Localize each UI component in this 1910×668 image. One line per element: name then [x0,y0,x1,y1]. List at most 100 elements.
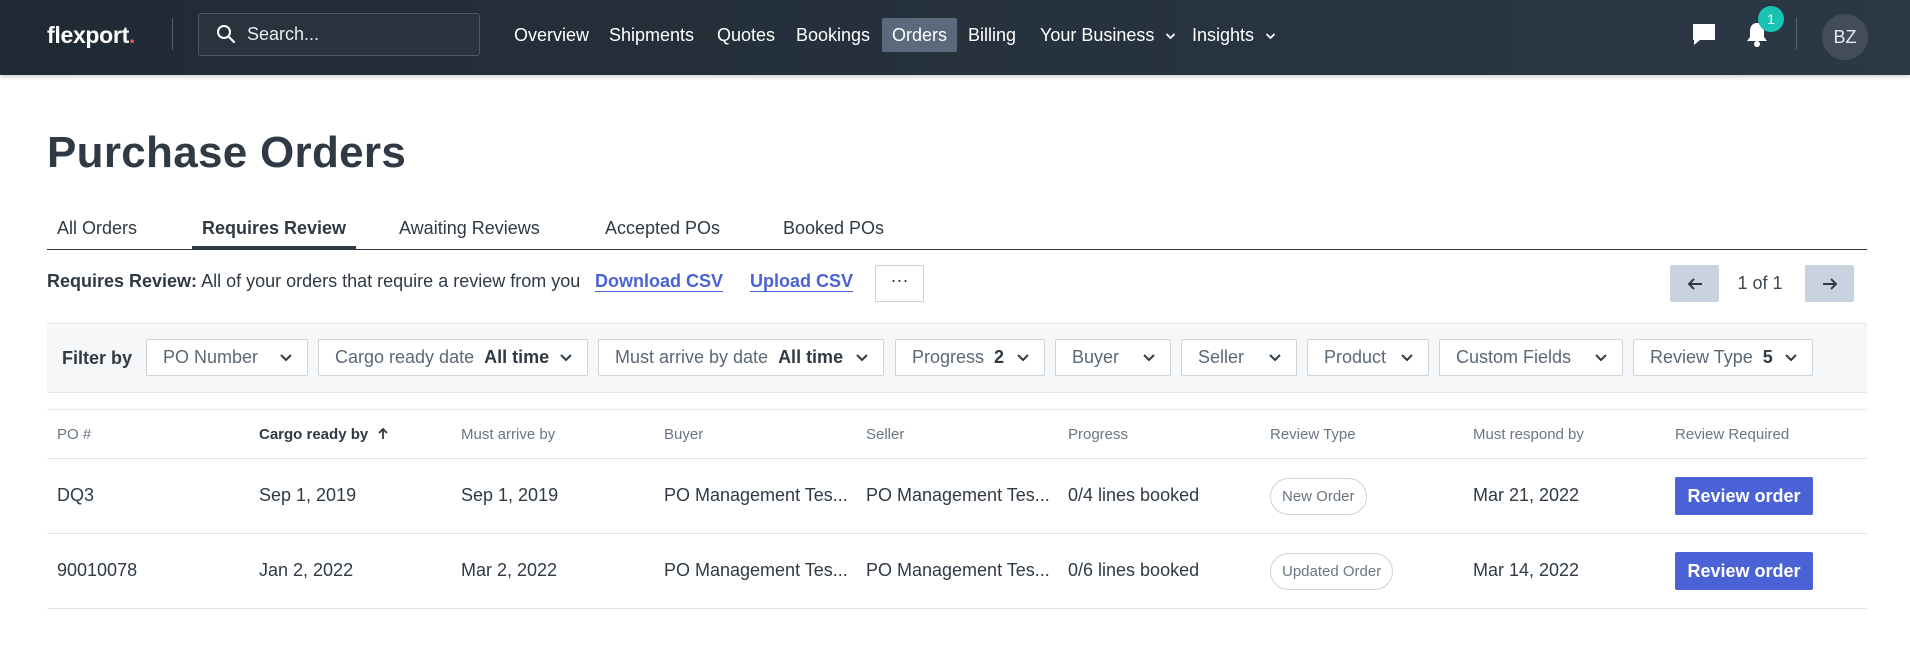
top-navigation: flexport. Overview Shipments Quotes Book… [0,0,1910,75]
filter-cargo-ready-date[interactable]: Cargo ready date All time [318,339,588,376]
po-tabs: All Orders Requires Review Awaiting Revi… [47,206,1867,250]
chevron-down-icon [1017,354,1029,362]
user-avatar[interactable]: BZ [1822,14,1868,60]
chevron-down-icon [1269,354,1281,362]
filter-buyer[interactable]: Buyer [1055,339,1171,376]
filter-seller[interactable]: Seller [1181,339,1297,376]
must-arrive-cell: Sep 1, 2019 [461,485,559,505]
nav-your-business-label: Your Business [1040,25,1155,45]
column-header-seller[interactable]: Seller [866,426,904,443]
nav-shipments[interactable]: Shipments [599,18,704,52]
buyer-cell: PO Management Tes... [664,560,848,580]
chat-icon [1693,24,1715,45]
nav-insights[interactable]: Insights [1182,18,1286,52]
table-row[interactable]: DQ3 Sep 1, 2019 Sep 1, 2019 PO Managemen… [47,459,1867,534]
review-order-button[interactable]: Review order [1675,477,1813,515]
upload-csv-link[interactable]: Upload CSV [750,271,853,292]
chevron-down-icon [1265,33,1276,40]
nav-divider [172,18,173,50]
previous-page-button[interactable] [1670,265,1719,302]
nav-insights-label: Insights [1192,25,1255,45]
filter-progress-label: Progress [912,347,985,367]
filter-po-number-label: PO Number [163,347,259,367]
download-csv-link[interactable]: Download CSV [595,271,723,292]
filter-progress-value: 2 [994,347,1005,367]
column-header-review-required[interactable]: Review Required [1675,426,1789,443]
pagination-indicator: 1 of 1 [1737,273,1783,293]
filter-must-arrive-date[interactable]: Must arrive by date All time [598,339,884,376]
column-header-cargo-ready-label: Cargo ready by [259,426,369,443]
messages-button[interactable] [1687,17,1721,51]
next-page-button[interactable] [1805,265,1854,302]
review-order-button[interactable]: Review order [1675,552,1813,590]
filter-must-arrive-label: Must arrive by date [615,347,769,367]
filter-review-type-label: Review Type [1650,347,1753,367]
chevron-down-icon [1166,33,1176,40]
chevron-down-icon [856,354,868,362]
tab-awaiting-reviews[interactable]: Awaiting Reviews [389,211,550,249]
filter-review-type-value: 5 [1762,347,1773,367]
nav-orders[interactable]: Orders [882,18,958,52]
search-icon [217,25,236,44]
column-header-cargo-ready[interactable]: Cargo ready by [259,426,389,443]
tab-all-orders[interactable]: All Orders [47,211,147,249]
filter-product-label: Product [1324,347,1387,367]
must-respond-cell: Mar 14, 2022 [1473,560,1580,580]
column-header-buyer[interactable]: Buyer [664,426,703,443]
column-header-po[interactable]: PO # [57,426,91,443]
chevron-down-icon [1401,354,1413,362]
po-number-cell[interactable]: DQ3 [57,485,94,506]
column-header-must-arrive[interactable]: Must arrive by [461,426,555,443]
chevron-down-icon [280,354,292,362]
filter-review-type[interactable]: Review Type 5 [1633,339,1813,376]
logo-dot: . [128,21,136,48]
chevron-down-icon [1595,354,1607,362]
column-header-must-respond[interactable]: Must respond by [1473,426,1584,443]
search-box[interactable] [198,13,480,56]
nav-bookings[interactable]: Bookings [786,18,880,52]
more-actions-button[interactable]: ··· [875,265,924,302]
filter-cargo-ready-value: All time [484,347,550,367]
page-title: Purchase Orders [47,128,407,177]
tab-requires-review[interactable]: Requires Review [192,211,357,249]
chevron-down-icon [1143,354,1155,362]
cargo-ready-cell: Sep 1, 2019 [259,485,357,505]
summary-text: All of your orders that require a review… [201,271,581,291]
filter-custom-fields-label: Custom Fields [1456,347,1572,367]
flexport-logo[interactable]: flexport. [47,20,135,50]
filter-progress[interactable]: Progress 2 [895,339,1045,376]
arrow-left-icon [1687,277,1702,290]
chevron-down-icon [1785,354,1797,362]
po-number-cell[interactable]: 90010078 [57,560,137,581]
must-respond-cell: Mar 21, 2022 [1473,485,1580,505]
nav-overview[interactable]: Overview [504,18,599,52]
tab-booked-pos[interactable]: Booked POs [773,211,894,249]
nav-divider [1796,18,1797,50]
search-input[interactable] [247,14,471,55]
filter-po-number[interactable]: PO Number [146,339,308,376]
filter-custom-fields[interactable]: Custom Fields [1439,339,1623,376]
nav-quotes[interactable]: Quotes [707,18,785,52]
progress-cell: 0/6 lines booked [1068,560,1200,580]
column-header-progress[interactable]: Progress [1068,426,1128,443]
summary-label: Requires Review: [47,271,198,291]
review-type-badge: New Order [1270,478,1367,515]
sort-arrow-up-icon [378,427,389,439]
seller-cell: PO Management Tes... [866,560,1050,580]
nav-your-business[interactable]: Your Business [1030,18,1186,52]
filter-must-arrive-value: All time [778,347,844,367]
table-row[interactable]: 90010078 Jan 2, 2022 Mar 2, 2022 PO Mana… [47,534,1867,609]
logo-text: flexport [47,21,129,48]
column-header-review-type[interactable]: Review Type [1270,426,1356,443]
filter-cargo-ready-label: Cargo ready date [335,347,475,367]
filter-product[interactable]: Product [1307,339,1429,376]
table-header: PO # Cargo ready by Must arrive by Buyer… [47,409,1867,459]
nav-billing[interactable]: Billing [958,18,1026,52]
filter-buyer-label: Buyer [1072,347,1120,367]
arrow-right-icon [1822,277,1837,290]
must-arrive-cell: Mar 2, 2022 [461,560,558,580]
chevron-down-icon [560,354,572,362]
seller-cell: PO Management Tes... [866,485,1050,505]
filter-by-label: Filter by [62,348,133,368]
tab-accepted-pos[interactable]: Accepted POs [595,211,730,249]
